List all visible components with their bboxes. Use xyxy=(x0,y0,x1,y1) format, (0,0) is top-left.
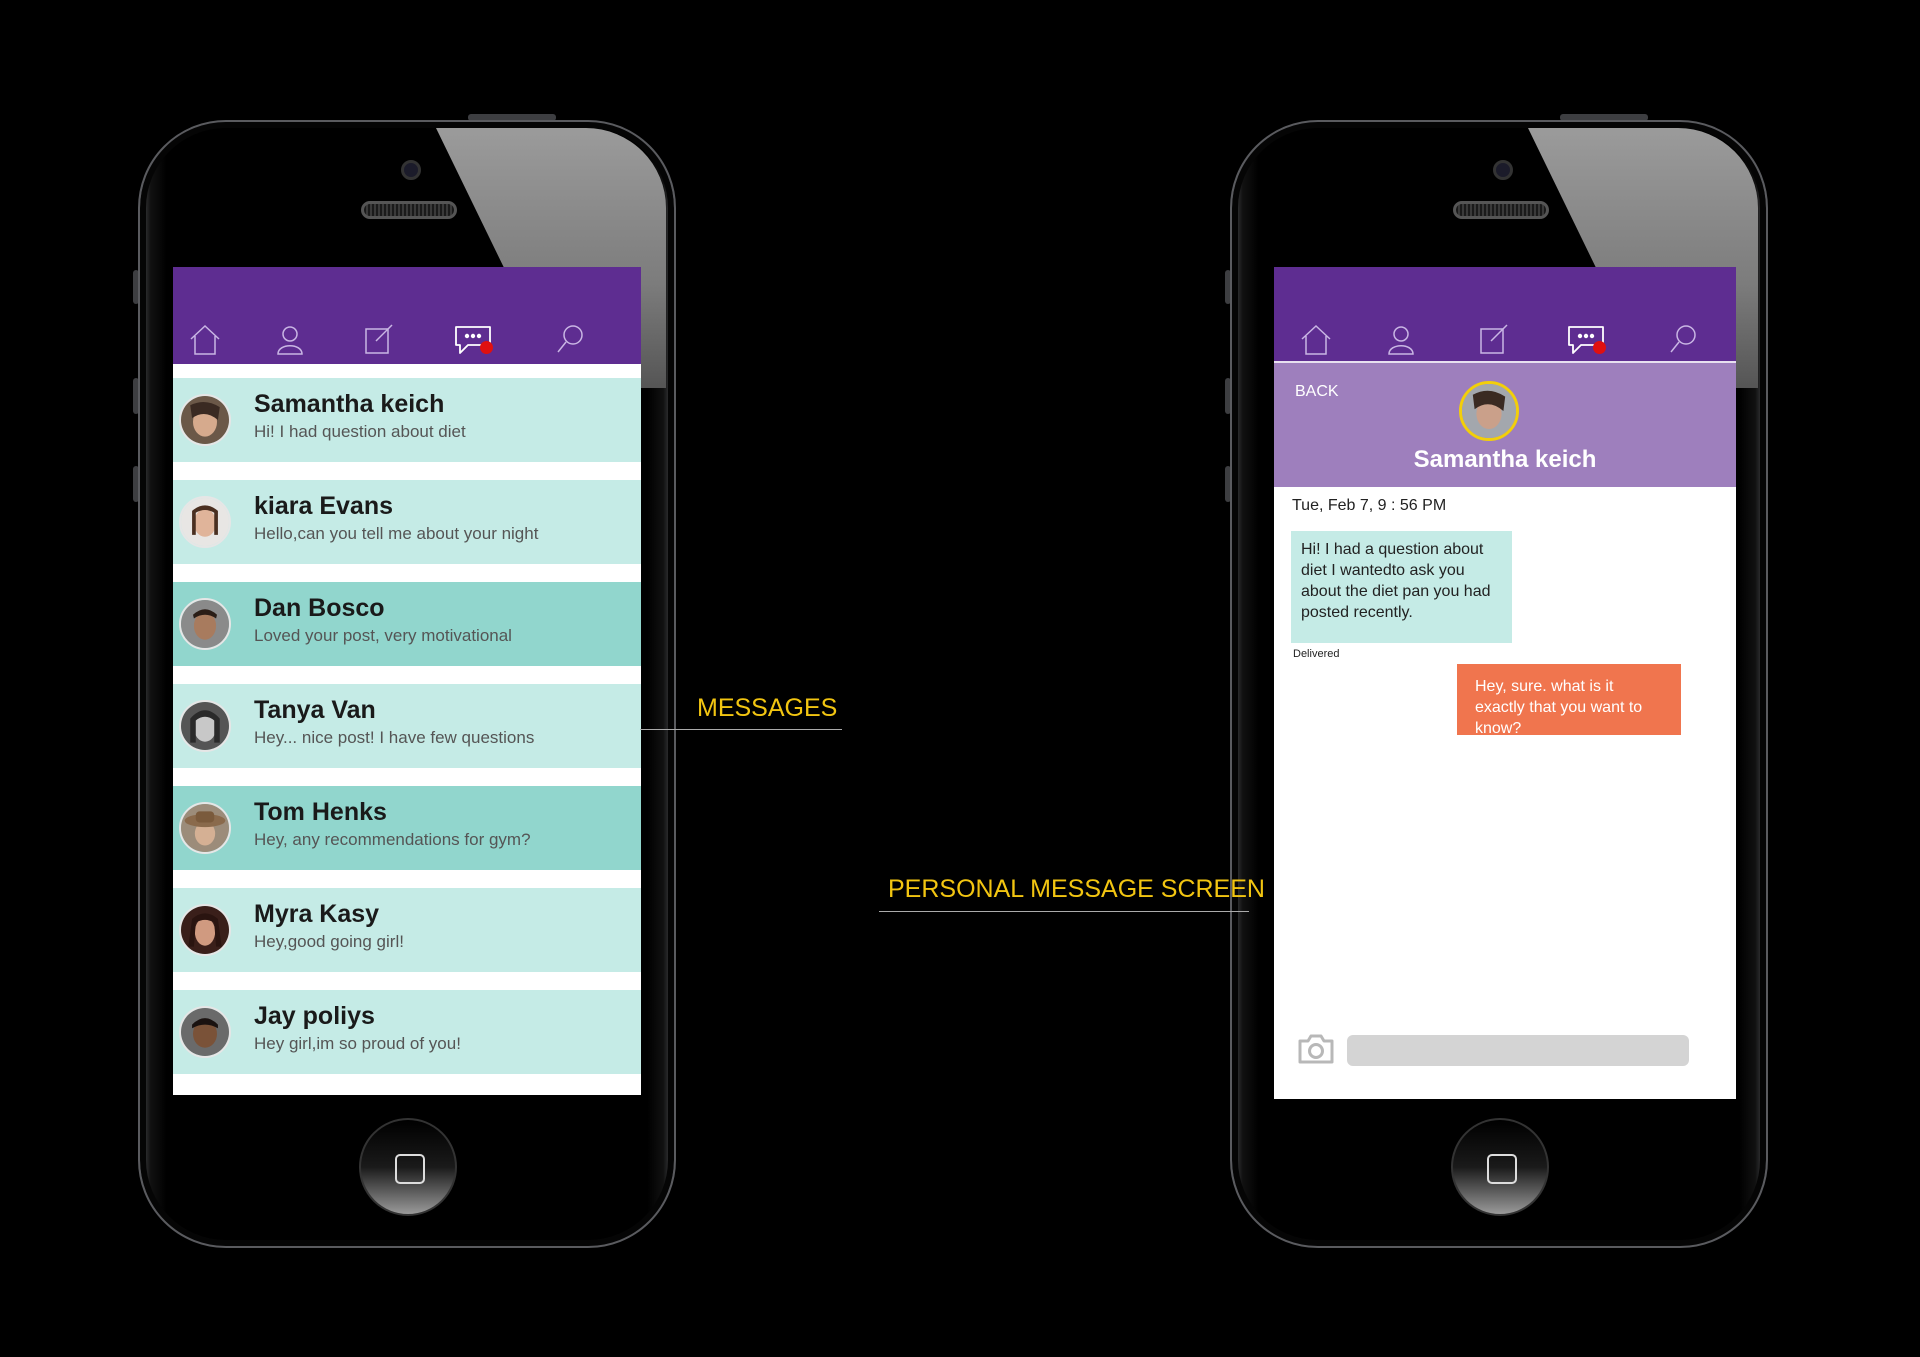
compose-icon[interactable] xyxy=(1475,321,1511,357)
messages-icon[interactable] xyxy=(1565,321,1607,357)
chat-header: BACK Samantha keich xyxy=(1274,361,1736,487)
conversation-row[interactable]: Dan Bosco Loved your post, very motivati… xyxy=(173,582,641,666)
conversation-name: Tom Henks xyxy=(254,798,387,826)
messages-screen: Samantha keich Hi! I had question about … xyxy=(173,267,641,1095)
front-camera xyxy=(401,160,421,180)
conversation-name: Tanya Van xyxy=(254,696,376,724)
avatar xyxy=(179,700,231,752)
search-icon[interactable] xyxy=(1666,321,1702,357)
personal-message-callout-line xyxy=(879,911,1249,912)
top-nav-bar xyxy=(173,267,641,364)
camera-icon[interactable] xyxy=(1297,1033,1335,1065)
conversation-row[interactable]: Myra Kasy Hey,good going girl! xyxy=(173,888,641,972)
conversation-row[interactable]: Samantha keich Hi! I had question about … xyxy=(173,378,641,462)
front-camera xyxy=(1493,160,1513,180)
avatar xyxy=(179,496,231,548)
chat-screen: BACK Samantha keich Tue, Feb 7, 9 : 56 P… xyxy=(1274,267,1736,1099)
conversation-row[interactable]: Jay poliys Hey girl,im so proud of you! xyxy=(173,990,641,1074)
earpiece-speaker xyxy=(1453,201,1549,219)
conversation-name: kiara Evans xyxy=(254,492,393,520)
notification-badge xyxy=(1593,341,1606,354)
message-timestamp: Tue, Feb 7, 9 : 56 PM xyxy=(1292,497,1447,514)
conversation-row[interactable]: Tanya Van Hey... nice post! I have few q… xyxy=(173,684,641,768)
delivery-status: Delivered xyxy=(1293,648,1340,660)
avatar xyxy=(179,394,231,446)
compose-icon[interactable] xyxy=(360,321,396,357)
conversation-name: Samantha keich xyxy=(254,390,445,418)
user-icon[interactable] xyxy=(1383,321,1419,357)
conversation-row[interactable]: kiara Evans Hello,can you tell me about … xyxy=(173,480,641,564)
notification-badge xyxy=(480,341,493,354)
earpiece-speaker xyxy=(361,201,457,219)
conversation-preview: Hey... nice post! I have few questions xyxy=(254,728,535,747)
home-icon[interactable] xyxy=(1298,321,1334,357)
messages-callout-line xyxy=(640,729,842,730)
conversation-name: Myra Kasy xyxy=(254,900,380,928)
conversation-name: Jay poliys xyxy=(254,1002,375,1030)
search-icon[interactable] xyxy=(553,321,589,357)
message-input[interactable] xyxy=(1347,1035,1689,1066)
conversation-preview: Hi! I had question about diet xyxy=(254,422,466,441)
avatar xyxy=(179,802,231,854)
avatar xyxy=(179,904,231,956)
contact-avatar xyxy=(1459,381,1519,441)
conversation-row[interactable]: Tom Henks Hey, any recommendations for g… xyxy=(173,786,641,870)
conversation-preview: Hey, any recommendations for gym? xyxy=(254,830,531,849)
home-button[interactable] xyxy=(359,1118,457,1216)
user-icon[interactable] xyxy=(272,321,308,357)
conversation-preview: Loved your post, very motivational xyxy=(254,626,512,645)
contact-name: Samantha keich xyxy=(1413,446,1597,473)
conversation-preview: Hey,good going girl! xyxy=(254,932,404,951)
personal-message-callout: PERSONAL MESSAGE SCREEN xyxy=(888,875,1265,903)
incoming-message-bubble: Hi! I had a question about diet I wanted… xyxy=(1291,531,1512,643)
home-icon[interactable] xyxy=(187,321,223,357)
conversation-preview: Hello,can you tell me about your night xyxy=(254,524,539,543)
conversation-name: Dan Bosco xyxy=(254,594,385,622)
phone-chat: BACK Samantha keich Tue, Feb 7, 9 : 56 P… xyxy=(1225,114,1768,1248)
avatar xyxy=(179,1006,231,1058)
conversation-list: Samantha keich Hi! I had question about … xyxy=(173,364,641,1074)
top-nav-bar xyxy=(1274,267,1736,361)
phone-messages: Samantha keich Hi! I had question about … xyxy=(133,114,676,1248)
outgoing-message-bubble: Hey, sure. what is it exactly that you w… xyxy=(1457,664,1681,737)
conversation-preview: Hey girl,im so proud of you! xyxy=(254,1034,461,1053)
messages-callout: MESSAGES xyxy=(697,694,838,722)
home-button[interactable] xyxy=(1451,1118,1549,1216)
back-button[interactable]: BACK xyxy=(1295,383,1339,401)
messages-icon[interactable] xyxy=(452,321,494,357)
avatar xyxy=(179,598,231,650)
